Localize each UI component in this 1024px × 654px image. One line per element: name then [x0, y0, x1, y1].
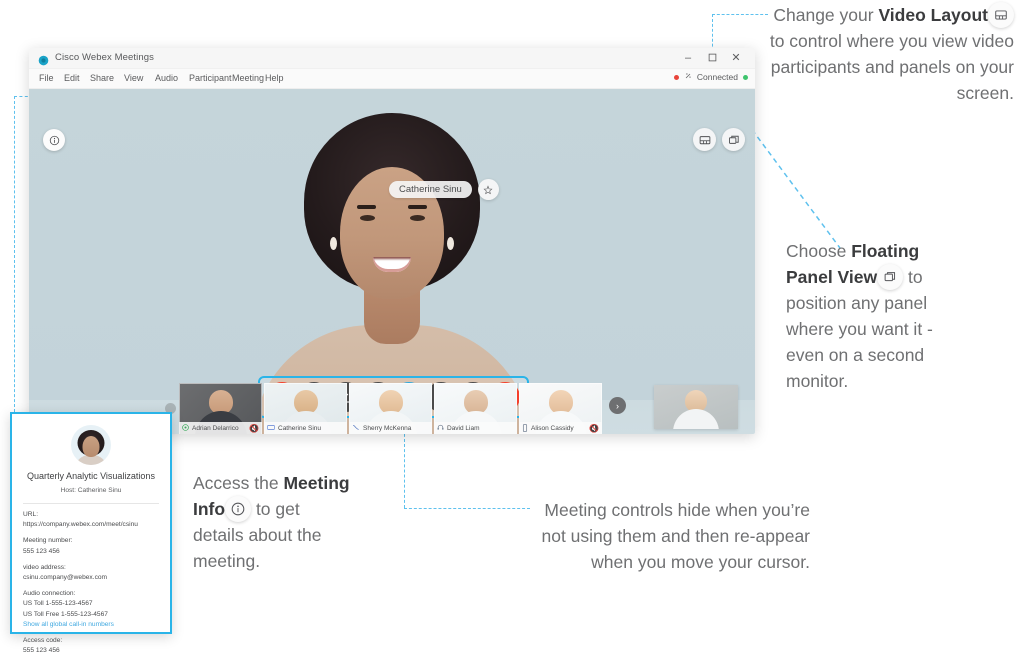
thumb-participant-name: Adrian Delarrico — [192, 425, 239, 432]
menu-item-meeting[interactable]: Meeting — [232, 73, 264, 83]
menu-item-edit[interactable]: Edit — [64, 73, 80, 83]
meeting-info-field-access-code: Access code: 555 123 456 — [23, 636, 159, 654]
menu-item-participant[interactable]: Participant — [189, 73, 232, 83]
floating-panel-icon — [877, 264, 904, 290]
menu-item-audio[interactable]: Audio — [155, 73, 178, 83]
field-value: US Toll 1-555-123-4567 — [23, 600, 93, 608]
meeting-host: Host: Catherine Sinu — [23, 486, 159, 504]
video-device-icon — [267, 424, 275, 433]
field-label: Audio connection: — [23, 590, 76, 598]
thumb-label: Sherry McKenna — [349, 422, 432, 434]
speaker-eye-right — [410, 215, 425, 221]
video-layout-button[interactable] — [693, 128, 716, 151]
stage-top-buttons — [693, 128, 745, 151]
thumb-participant-name: David Liam — [447, 425, 480, 432]
meeting-info-panel: Quarterly Analytic Visualizations Host: … — [10, 412, 172, 654]
connection-status: Connected — [673, 72, 748, 82]
meeting-info-field-video-address: video address: csinu.company@webex.com — [23, 563, 159, 583]
host-avatar — [71, 425, 111, 465]
filmstrip-thumb[interactable]: Catherine Sinu — [264, 383, 347, 434]
self-view-body — [673, 409, 719, 429]
leader-line-info-v — [14, 96, 15, 412]
leader-line-controls-h — [404, 508, 530, 509]
menu-item-help[interactable]: Help — [265, 73, 284, 83]
video-layout-icon — [988, 2, 1014, 28]
active-speaker-name: Catherine Sinu — [389, 181, 472, 198]
speaker-brow-left — [357, 205, 376, 209]
field-label: Access code: — [23, 637, 63, 645]
menu-item-share[interactable]: Share — [90, 73, 114, 83]
pin-icon[interactable] — [477, 179, 499, 200]
filmstrip-thumb[interactable]: Alison Cassidy 🔇 — [519, 383, 602, 434]
field-label: video address: — [23, 563, 66, 571]
thumb-mute-icon: 🔇 — [249, 424, 259, 433]
window-minimize-button[interactable]: – — [677, 50, 699, 66]
callout-video-layout: Change your Video Layout to control wher… — [754, 2, 1014, 106]
callout-video-layout-pre: Change your — [773, 5, 879, 25]
window-titlebar: Cisco Webex Meetings – ✕ — [29, 48, 755, 69]
callout-floating-panel-pre: Choose — [786, 241, 852, 261]
info-icon — [225, 496, 252, 522]
video-stage: Catherine Sinu Adrian Delarrico 🔇 Cather… — [29, 89, 755, 434]
speaker-eye-left — [360, 215, 375, 221]
menu-item-view[interactable]: View — [124, 73, 143, 83]
self-view-thumbnail[interactable] — [654, 385, 738, 429]
filmstrip-thumb[interactable]: David Liam — [434, 383, 517, 434]
callout-video-layout-bold: Video Layout — [878, 5, 988, 25]
headset-icon — [437, 424, 444, 433]
menu-item-file[interactable]: File — [39, 73, 54, 83]
webex-meetings-window: Cisco Webex Meetings – ✕ File Edit Share… — [29, 48, 755, 434]
filmstrip-thumb[interactable]: Adrian Delarrico 🔇 — [179, 383, 262, 434]
avatar-face — [82, 436, 100, 457]
field-value: https://company.webex.com/meet/csinu — [23, 521, 138, 529]
callout-video-layout-post: to control where you view video particip… — [769, 31, 1014, 103]
filmstrip-next-button[interactable]: › — [609, 397, 626, 414]
thumb-label: Adrian Delarrico 🔇 — [179, 422, 262, 434]
thumb-label: Catherine Sinu — [264, 422, 347, 434]
field-label: Meeting number: — [23, 537, 73, 545]
connection-status-label: Connected — [696, 72, 738, 82]
active-speaker-name-badge: Catherine Sinu — [389, 179, 499, 200]
meeting-info-field-audio: Audio connection: US Toll 1-555-123-4567… — [23, 589, 159, 630]
thumb-mute-icon: 🔇 — [589, 424, 599, 433]
thumb-label: Alison Cassidy 🔇 — [519, 422, 602, 434]
floating-panel-button[interactable] — [722, 128, 745, 151]
webex-device-icon — [182, 424, 189, 433]
field-value: 555 123 456 — [23, 647, 60, 654]
speaker-earring-left — [330, 237, 337, 250]
thumb-participant-name: Alison Cassidy — [531, 425, 574, 432]
global-call-in-numbers-link[interactable]: Show all global call-in numbers — [23, 620, 159, 630]
thumb-label: David Liam — [434, 422, 517, 434]
window-title: Cisco Webex Meetings — [55, 52, 154, 63]
window-menubar: File Edit Share View Audio Participant M… — [29, 69, 755, 89]
field-value: US Toll Free 1-555-123-4567 — [23, 610, 108, 618]
callout-meeting-info-pre: Access the — [193, 473, 284, 493]
meeting-info-button[interactable] — [43, 129, 65, 151]
webex-logo-icon — [38, 53, 49, 66]
speaker-brow-right — [408, 205, 427, 209]
filmstrip-thumb[interactable]: Sherry McKenna — [349, 383, 432, 434]
meeting-info-field-number: Meeting number: 555 123 456 — [23, 536, 159, 556]
active-speaker-video — [29, 89, 755, 434]
window-close-button[interactable]: ✕ — [725, 50, 747, 66]
thumb-participant-name: Sherry McKenna — [363, 425, 412, 432]
field-label: URL: — [23, 510, 39, 518]
meeting-info-field-url: URL: https://company.webex.com/meet/csin… — [23, 510, 159, 530]
mobile-icon — [522, 423, 528, 434]
network-icon — [684, 72, 692, 82]
speaker-earring-right — [447, 237, 454, 250]
callout-controls-hide: Meeting controls hide when you’re not us… — [541, 500, 810, 572]
phone-icon — [352, 424, 360, 433]
thumb-participant-name: Catherine Sinu — [278, 425, 321, 432]
callout-floating-panel: Choose Floating Panel View to position a… — [786, 238, 956, 394]
callout-meeting-info: Access the Meeting Info to get details a… — [193, 470, 353, 574]
meeting-title: Quarterly Analytic Visualizations — [27, 471, 155, 481]
field-value: csinu.company@webex.com — [23, 574, 108, 581]
recording-dot-icon — [673, 74, 679, 80]
participant-filmstrip: Adrian Delarrico 🔇 Catherine Sinu Sherry… — [179, 383, 604, 434]
window-maximize-button[interactable] — [701, 50, 723, 66]
connected-dot-icon — [743, 74, 748, 80]
field-value: 555 123 456 — [23, 547, 60, 555]
